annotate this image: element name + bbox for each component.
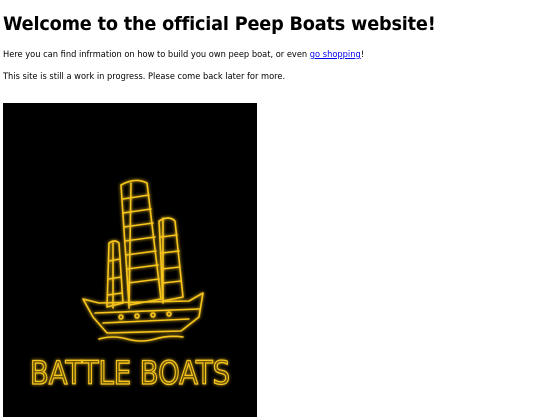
intro-paragraph: Here you can find infrmation on how to b…	[3, 49, 497, 61]
junk-ship-icon: BATTLE BOATS	[29, 179, 231, 393]
logo-text: BATTLE BOATS	[30, 354, 230, 392]
battle-boats-logo: BATTLE BOATS	[3, 103, 257, 417]
intro-text: Here you can find infrmation on how to b…	[3, 50, 310, 60]
page-title: Welcome to the official Peep Boats websi…	[3, 13, 436, 35]
page-content: Welcome to the official Peep Boats websi…	[0, 12, 540, 83]
go-shopping-link[interactable]: go shopping	[310, 50, 361, 60]
work-in-progress-notice: This site is still a work in progress. P…	[3, 72, 286, 82]
intro-end-text: !	[360, 50, 365, 60]
